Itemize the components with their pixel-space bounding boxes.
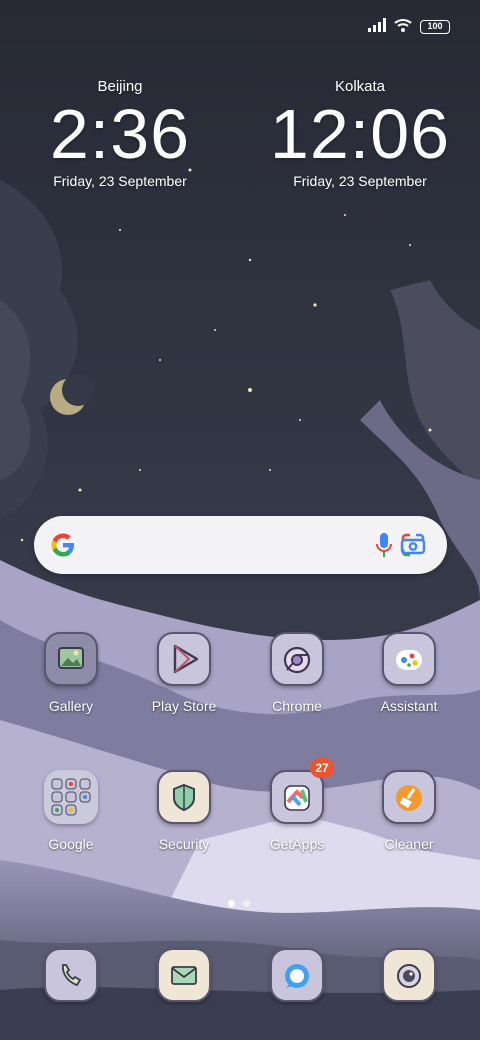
clock-city: Kolkata [334, 78, 386, 95]
app-label: GetApps [269, 836, 325, 852]
app-label: Google [48, 836, 94, 852]
dock-app-browser[interactable] [247, 948, 347, 1002]
app-getapps[interactable]: 27 GetApps [247, 758, 347, 852]
getapps-icon [270, 770, 324, 824]
microphone-icon[interactable] [374, 531, 394, 564]
messages-icon [157, 948, 211, 1002]
browser-icon [270, 948, 324, 1002]
app-gallery[interactable]: Gallery [21, 632, 121, 714]
google-folder-icon [44, 770, 98, 824]
page-indicator [228, 900, 250, 907]
clock-time: 2:36 [49, 95, 191, 173]
cleaner-broom-icon [382, 770, 436, 824]
app-cleaner[interactable]: Cleaner [359, 770, 459, 852]
app-label: Security [158, 836, 210, 852]
security-shield-icon [157, 770, 211, 824]
page-dot-current [228, 900, 235, 907]
app-label: Play Store [151, 698, 217, 714]
dock-app-messages[interactable] [134, 948, 234, 1002]
dock-app-phone[interactable] [21, 948, 121, 1002]
app-label: Cleaner [384, 836, 434, 852]
clock-widget-beijing[interactable]: Beijing 2:36 Friday, 23 September [20, 78, 220, 189]
app-label: Chrome [272, 698, 322, 714]
clock-time: 12:06 [269, 95, 451, 173]
dock-app-camera[interactable] [359, 948, 459, 1002]
app-play-store[interactable]: Play Store [134, 632, 234, 714]
clock-city: Beijing [97, 78, 143, 95]
camera-icon [382, 948, 436, 1002]
wifi-icon [394, 18, 412, 37]
battery-icon: 100 [420, 20, 450, 34]
app-chrome[interactable]: Chrome [247, 632, 347, 714]
clock-widget-kolkata[interactable]: Kolkata 12:06 Friday, 23 September [260, 78, 460, 189]
app-folder-google[interactable]: Google [21, 770, 121, 852]
status-bar: 100 [368, 16, 450, 38]
notification-badge: 27 [310, 758, 334, 778]
play-store-icon [157, 632, 211, 686]
signal-icon [368, 17, 386, 37]
app-label: Gallery [48, 698, 94, 714]
battery-level: 100 [427, 21, 443, 31]
google-logo-icon [48, 530, 78, 565]
app-assistant[interactable]: Assistant [359, 632, 459, 714]
app-security[interactable]: Security [134, 770, 234, 852]
assistant-icon [382, 632, 436, 686]
clock-date: Friday, 23 September [293, 173, 427, 189]
app-label: Assistant [380, 698, 438, 714]
page-dot [243, 900, 250, 907]
clock-date: Friday, 23 September [53, 173, 187, 189]
chrome-icon [270, 632, 324, 686]
phone-icon [44, 948, 98, 1002]
gallery-icon [44, 632, 98, 686]
google-search-bar[interactable] [34, 516, 447, 574]
google-lens-icon[interactable] [400, 532, 426, 563]
